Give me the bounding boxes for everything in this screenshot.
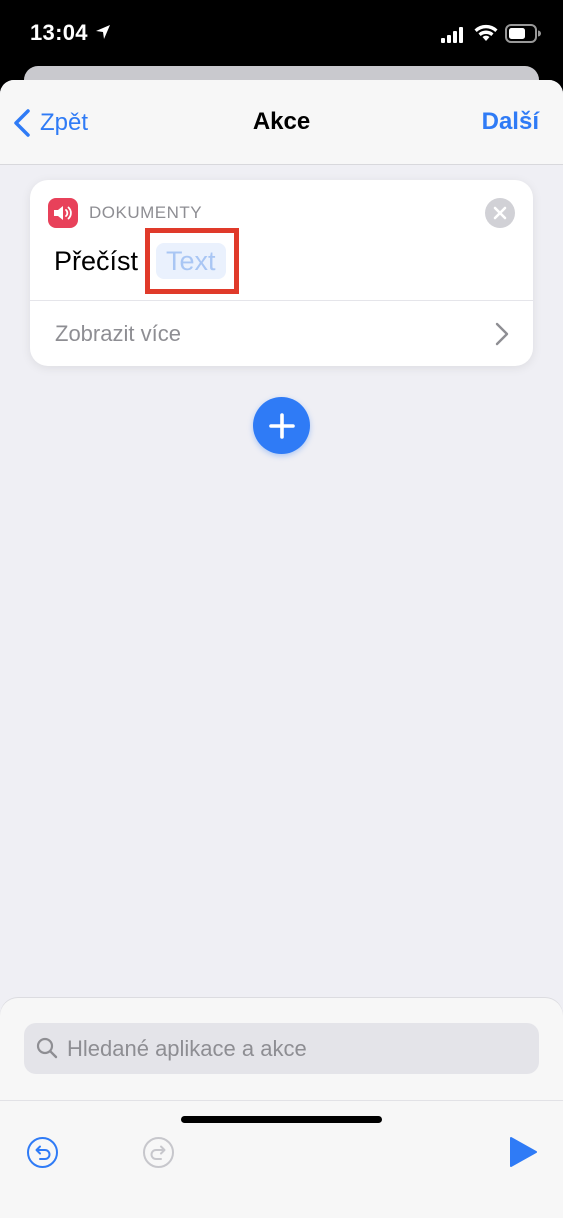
remove-action-button[interactable] — [485, 198, 515, 228]
show-more-row[interactable]: Zobrazit více — [30, 301, 533, 366]
action-search-panel: Hledané aplikace a akce — [0, 998, 563, 1218]
panel-divider — [0, 1100, 563, 1101]
navigation-bar: Zpět Akce Další — [0, 80, 563, 165]
signal-icon — [441, 27, 463, 43]
add-action-button[interactable] — [253, 397, 310, 454]
status-bar: 13:04 — [0, 0, 563, 66]
redo-icon — [143, 1137, 174, 1168]
show-more-label: Zobrazit více — [55, 321, 181, 346]
page-title: Akce — [252, 108, 311, 135]
plus-icon — [268, 412, 295, 439]
next-button[interactable]: Další — [482, 108, 539, 136]
search-input[interactable]: Hledané aplikace a akce — [24, 1023, 539, 1074]
home-indicator — [181, 1116, 382, 1123]
action-verb: Přečíst — [54, 246, 139, 276]
search-placeholder: Hledané aplikace a akce — [67, 1036, 307, 1061]
close-icon — [493, 206, 507, 220]
battery-icon — [505, 24, 541, 43]
annotation-highlight-box — [145, 228, 239, 294]
search-icon — [36, 1037, 58, 1059]
status-time: 13:04 — [30, 20, 88, 45]
location-arrow-icon — [96, 25, 110, 39]
action-card: DOKUMENTY Přečíst Text Zobrazit více — [30, 180, 533, 366]
action-category: DOKUMENTY — [89, 203, 203, 222]
speaker-icon — [48, 198, 78, 228]
play-icon[interactable] — [508, 1136, 538, 1168]
shortcut-editor-sheet: Zpět Akce Další DOKUMENTY Přečíst Text Z… — [0, 80, 563, 1218]
undo-icon[interactable] — [26, 1136, 59, 1169]
chevron-right-icon — [495, 322, 509, 346]
wifi-icon — [474, 24, 498, 41]
